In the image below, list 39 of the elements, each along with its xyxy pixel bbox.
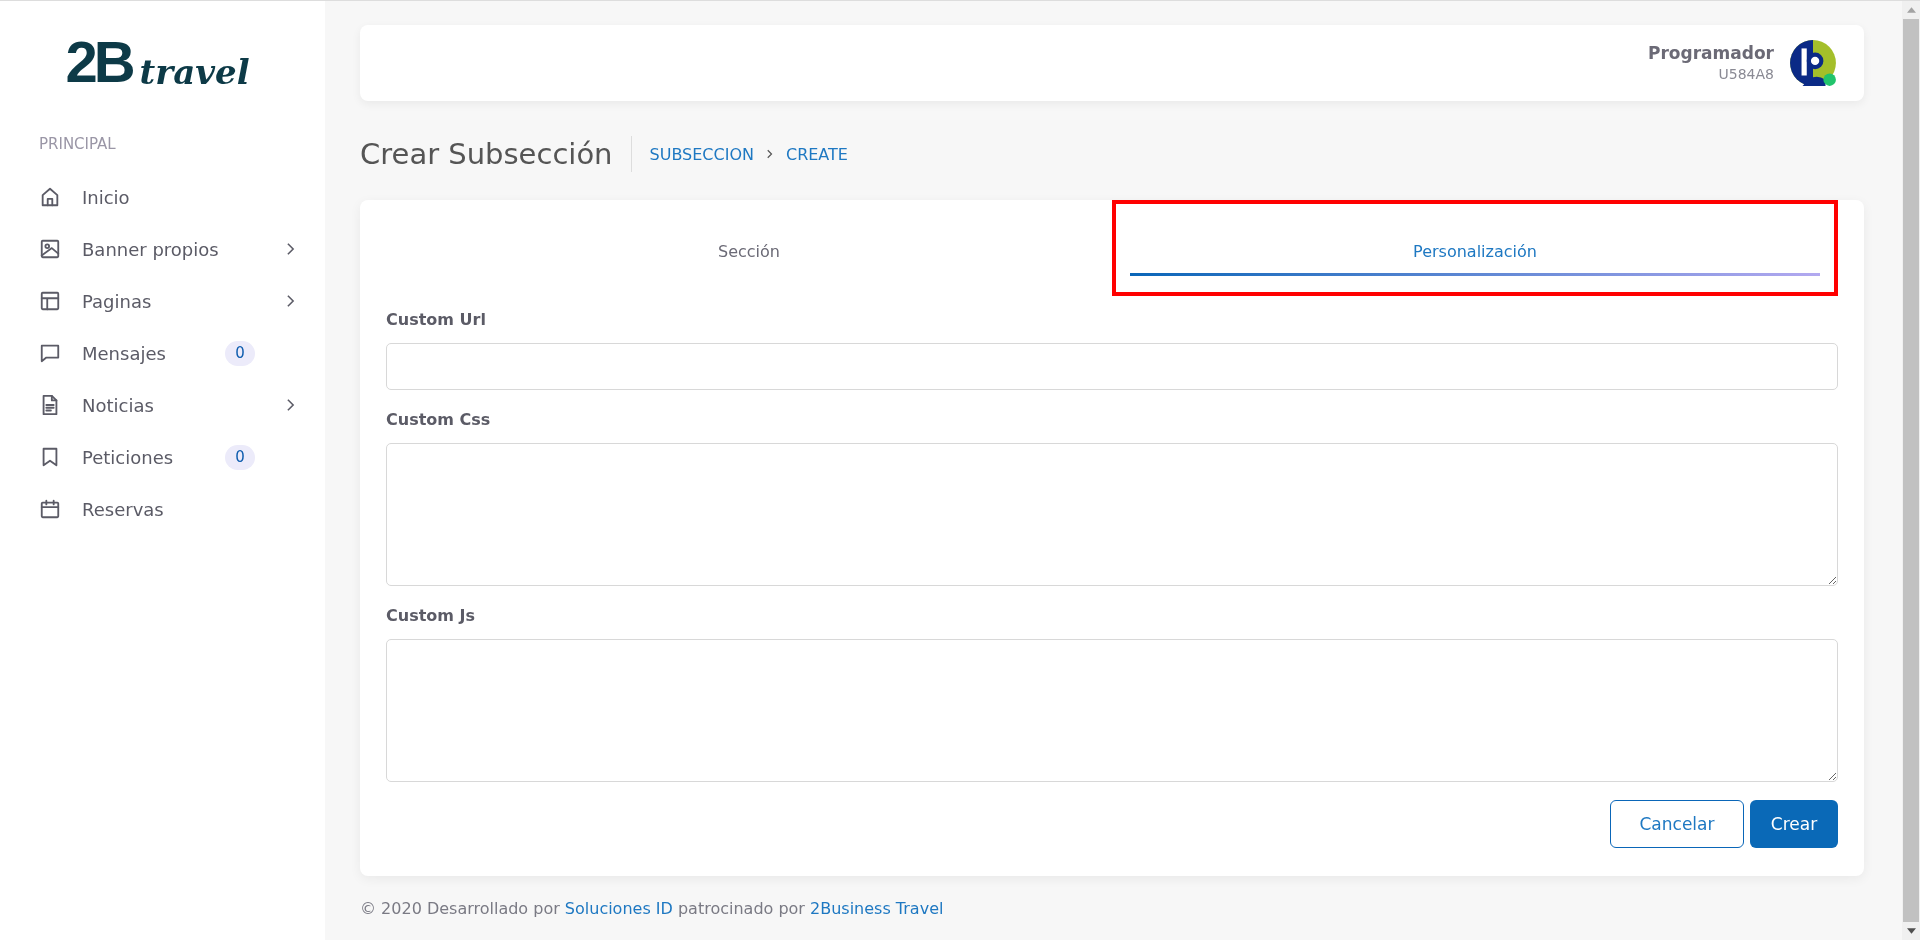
footer-text: © 2020 Desarrollado por Soluciones ID patrocinado por 2Business Travel [360, 898, 944, 918]
sidebar-item[interactable]: Reservas [0, 483, 325, 535]
layout-icon [39, 290, 61, 312]
breadcrumb-link[interactable]: CREATE [785, 144, 848, 164]
field-label: Custom Js [386, 606, 476, 626]
chat-icon [39, 342, 61, 364]
image-icon [39, 238, 61, 260]
up-arrow-icon[interactable] [1906, 7, 1916, 13]
field-label: Custom Url [386, 310, 487, 330]
text-area[interactable] [386, 443, 1838, 587]
section-heading: PRINCIPAL [39, 135, 116, 153]
sidebar-item[interactable]: Mensajes 0 [0, 327, 325, 379]
scrollbar[interactable] [1902, 1, 1920, 940]
cancel-button[interactable]: Cancelar [1610, 800, 1744, 849]
user-name: Programador [1648, 43, 1774, 64]
down-arrow-icon[interactable] [1906, 928, 1916, 934]
sidebar-item[interactable]: Paginas [0, 275, 325, 327]
footer-link[interactable]: Soluciones ID [564, 898, 673, 918]
breadcrumb-link[interactable]: SUBSECCION [649, 144, 754, 164]
sidebar-item[interactable]: Inicio [0, 171, 325, 223]
avatar-icon[interactable] [1788, 37, 1838, 88]
chevron-icon [765, 148, 774, 161]
count-badge: 0 [225, 340, 255, 366]
tab[interactable]: Personalización [1130, 200, 1820, 277]
logo: 2B travel [64, 31, 251, 91]
sidebar-item[interactable]: Noticias [0, 379, 325, 431]
calendar-icon [39, 498, 61, 520]
field-label: Custom Css [386, 410, 492, 430]
create-button[interactable]: Crear [1750, 800, 1838, 849]
input-field[interactable] [386, 343, 1838, 391]
home-icon [39, 186, 61, 208]
sidebar-item[interactable]: Peticiones 0 [0, 431, 325, 483]
sidebar-item[interactable]: Banner propios [0, 223, 325, 275]
page-title: Crear Subsección [360, 136, 632, 173]
footer-link[interactable]: 2Business Travel [810, 898, 944, 918]
user-code: U584A8 [1718, 66, 1774, 83]
tab[interactable]: Sección [404, 200, 1094, 277]
text-area[interactable] [386, 639, 1838, 783]
count-badge: 0 [225, 444, 255, 470]
